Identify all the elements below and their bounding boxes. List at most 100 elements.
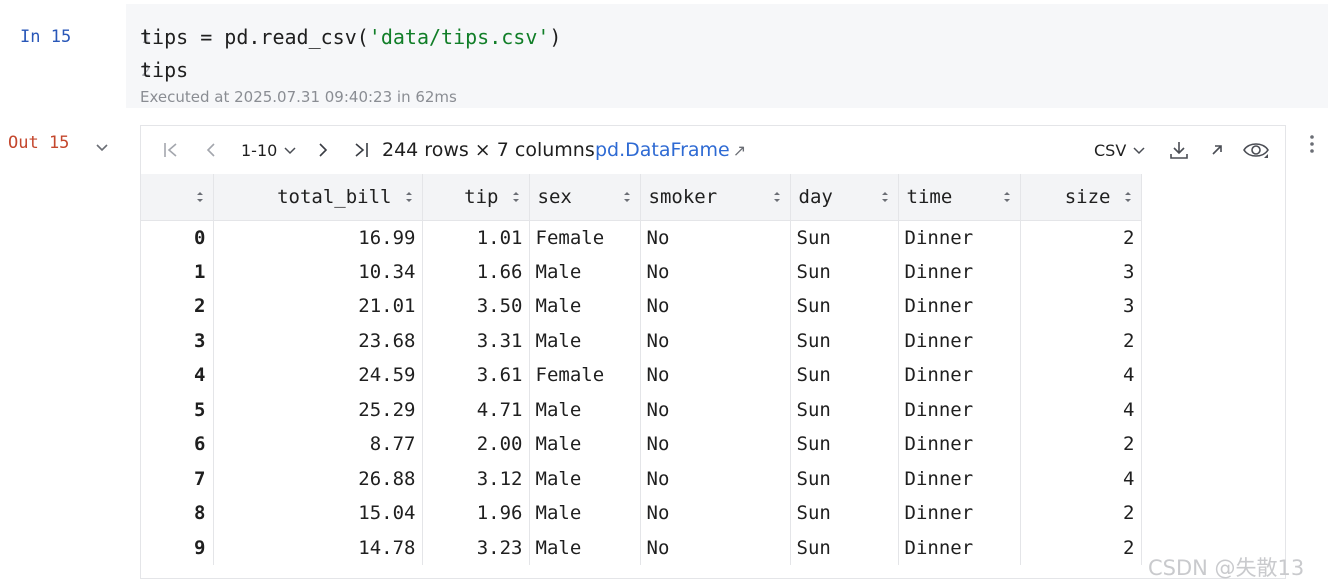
prev-page-button[interactable] [201, 126, 221, 174]
sort-icon[interactable] [772, 189, 782, 205]
dataframe-type-link[interactable]: pd.DataFrame ↗ [595, 126, 746, 174]
collapse-output-button[interactable] [93, 138, 111, 156]
cell-total-bill[interactable]: 26.88 [213, 461, 423, 496]
cell-time[interactable]: Dinner [898, 254, 1021, 289]
cell-time[interactable]: Dinner [898, 323, 1021, 358]
cell-day[interactable]: Sun [790, 358, 899, 393]
cell-sex[interactable]: Male [529, 496, 641, 531]
cell-size[interactable]: 2 [1020, 323, 1142, 358]
cell-time[interactable]: Dinner [898, 530, 1021, 565]
column-header-size[interactable]: size [1020, 174, 1142, 221]
cell-tip[interactable]: 1.96 [422, 496, 530, 531]
cell-tip[interactable]: 3.61 [422, 358, 530, 393]
cell-time[interactable]: Dinner [898, 220, 1021, 255]
cell-smoker[interactable]: No [640, 427, 791, 462]
cell-sex[interactable]: Female [529, 220, 641, 255]
cell-time[interactable]: Dinner [898, 392, 1021, 427]
table-row[interactable]: 2 21.01 3.50 Male No Sun Dinner 3 [141, 289, 1142, 324]
open-in-new-button[interactable] [1208, 126, 1226, 174]
cell-total-bill[interactable]: 14.78 [213, 530, 423, 565]
sort-icon[interactable] [1002, 189, 1012, 205]
more-options-button[interactable] [1302, 132, 1322, 156]
cell-day[interactable]: Sun [790, 530, 899, 565]
table-row[interactable]: 9 14.78 3.23 Male No Sun Dinner 2 [141, 530, 1142, 565]
cell-size[interactable]: 2 [1020, 496, 1142, 531]
cell-total-bill[interactable]: 10.34 [213, 254, 423, 289]
cell-day[interactable]: Sun [790, 496, 899, 531]
cell-sex[interactable]: Male [529, 530, 641, 565]
table-row[interactable]: 7 26.88 3.12 Male No Sun Dinner 4 [141, 461, 1142, 496]
cell-smoker[interactable]: No [640, 496, 791, 531]
cell-tip[interactable]: 3.50 [422, 289, 530, 324]
sort-icon[interactable] [511, 189, 521, 205]
cell-tip[interactable]: 3.31 [422, 323, 530, 358]
cell-tip[interactable]: 1.66 [422, 254, 530, 289]
column-header-total-bill[interactable]: total_bill [213, 174, 423, 221]
table-row[interactable]: 8 15.04 1.96 Male No Sun Dinner 2 [141, 496, 1142, 531]
last-page-button[interactable] [351, 126, 371, 174]
row-index[interactable]: 9 [141, 530, 214, 565]
cell-tip[interactable]: 3.23 [422, 530, 530, 565]
column-header-sex[interactable]: sex [529, 174, 641, 221]
cell-time[interactable]: Dinner [898, 358, 1021, 393]
table-row[interactable]: 1 10.34 1.66 Male No Sun Dinner 3 [141, 254, 1142, 289]
column-header-time[interactable]: time [898, 174, 1021, 221]
view-options-button[interactable] [1242, 126, 1270, 174]
code-line-2[interactable]: tips [140, 58, 188, 82]
table-row[interactable]: 3 23.68 3.31 Male No Sun Dinner 2 [141, 323, 1142, 358]
cell-total-bill[interactable]: 8.77 [213, 427, 423, 462]
cell-time[interactable]: Dinner [898, 496, 1021, 531]
cell-size[interactable]: 4 [1020, 358, 1142, 393]
cell-size[interactable]: 3 [1020, 289, 1142, 324]
download-button[interactable] [1168, 126, 1190, 174]
cell-smoker[interactable]: No [640, 461, 791, 496]
sort-icon[interactable] [880, 189, 890, 205]
sort-icon[interactable] [622, 189, 632, 205]
cell-tip[interactable]: 3.12 [422, 461, 530, 496]
column-header-day[interactable]: day [790, 174, 899, 221]
cell-size[interactable]: 2 [1020, 530, 1142, 565]
code-line-1[interactable]: tips = pd.read_csv('data/tips.csv') [140, 25, 561, 49]
column-header-smoker[interactable]: smoker [640, 174, 791, 221]
cell-sex[interactable]: Male [529, 289, 641, 324]
cell-day[interactable]: Sun [790, 220, 899, 255]
row-index[interactable]: 2 [141, 289, 214, 324]
cell-sex[interactable]: Male [529, 254, 641, 289]
cell-size[interactable]: 4 [1020, 461, 1142, 496]
row-index[interactable]: 1 [141, 254, 214, 289]
row-index[interactable]: 7 [141, 461, 214, 496]
row-index[interactable]: 3 [141, 323, 214, 358]
cell-smoker[interactable]: No [640, 289, 791, 324]
row-index[interactable]: 5 [141, 392, 214, 427]
cell-sex[interactable]: Male [529, 427, 641, 462]
cell-total-bill[interactable]: 25.29 [213, 392, 423, 427]
cell-total-bill[interactable]: 24.59 [213, 358, 423, 393]
cell-time[interactable]: Dinner [898, 427, 1021, 462]
first-page-button[interactable] [161, 126, 181, 174]
cell-smoker[interactable]: No [640, 323, 791, 358]
table-row[interactable]: 5 25.29 4.71 Male No Sun Dinner 4 [141, 392, 1142, 427]
cell-size[interactable]: 2 [1020, 427, 1142, 462]
page-range-select[interactable]: 1-10 [241, 126, 298, 174]
cell-sex[interactable]: Male [529, 392, 641, 427]
cell-day[interactable]: Sun [790, 461, 899, 496]
cell-time[interactable]: Dinner [898, 289, 1021, 324]
row-index[interactable]: 6 [141, 427, 214, 462]
row-index[interactable]: 0 [141, 220, 214, 255]
next-page-button[interactable] [313, 126, 333, 174]
cell-smoker[interactable]: No [640, 220, 791, 255]
cell-total-bill[interactable]: 23.68 [213, 323, 423, 358]
cell-time[interactable]: Dinner [898, 461, 1021, 496]
cell-sex[interactable]: Male [529, 461, 641, 496]
cell-day[interactable]: Sun [790, 427, 899, 462]
cell-day[interactable]: Sun [790, 254, 899, 289]
sort-icon[interactable] [1123, 189, 1133, 205]
cell-size[interactable]: 2 [1020, 220, 1142, 255]
cell-day[interactable]: Sun [790, 289, 899, 324]
cell-smoker[interactable]: No [640, 530, 791, 565]
row-index[interactable]: 8 [141, 496, 214, 531]
cell-smoker[interactable]: No [640, 392, 791, 427]
code-cell-input[interactable]: 1 2 tips = pd.read_csv('data/tips.csv') … [126, 4, 1328, 108]
table-row[interactable]: 4 24.59 3.61 Female No Sun Dinner 4 [141, 358, 1142, 393]
cell-tip[interactable]: 1.01 [422, 220, 530, 255]
